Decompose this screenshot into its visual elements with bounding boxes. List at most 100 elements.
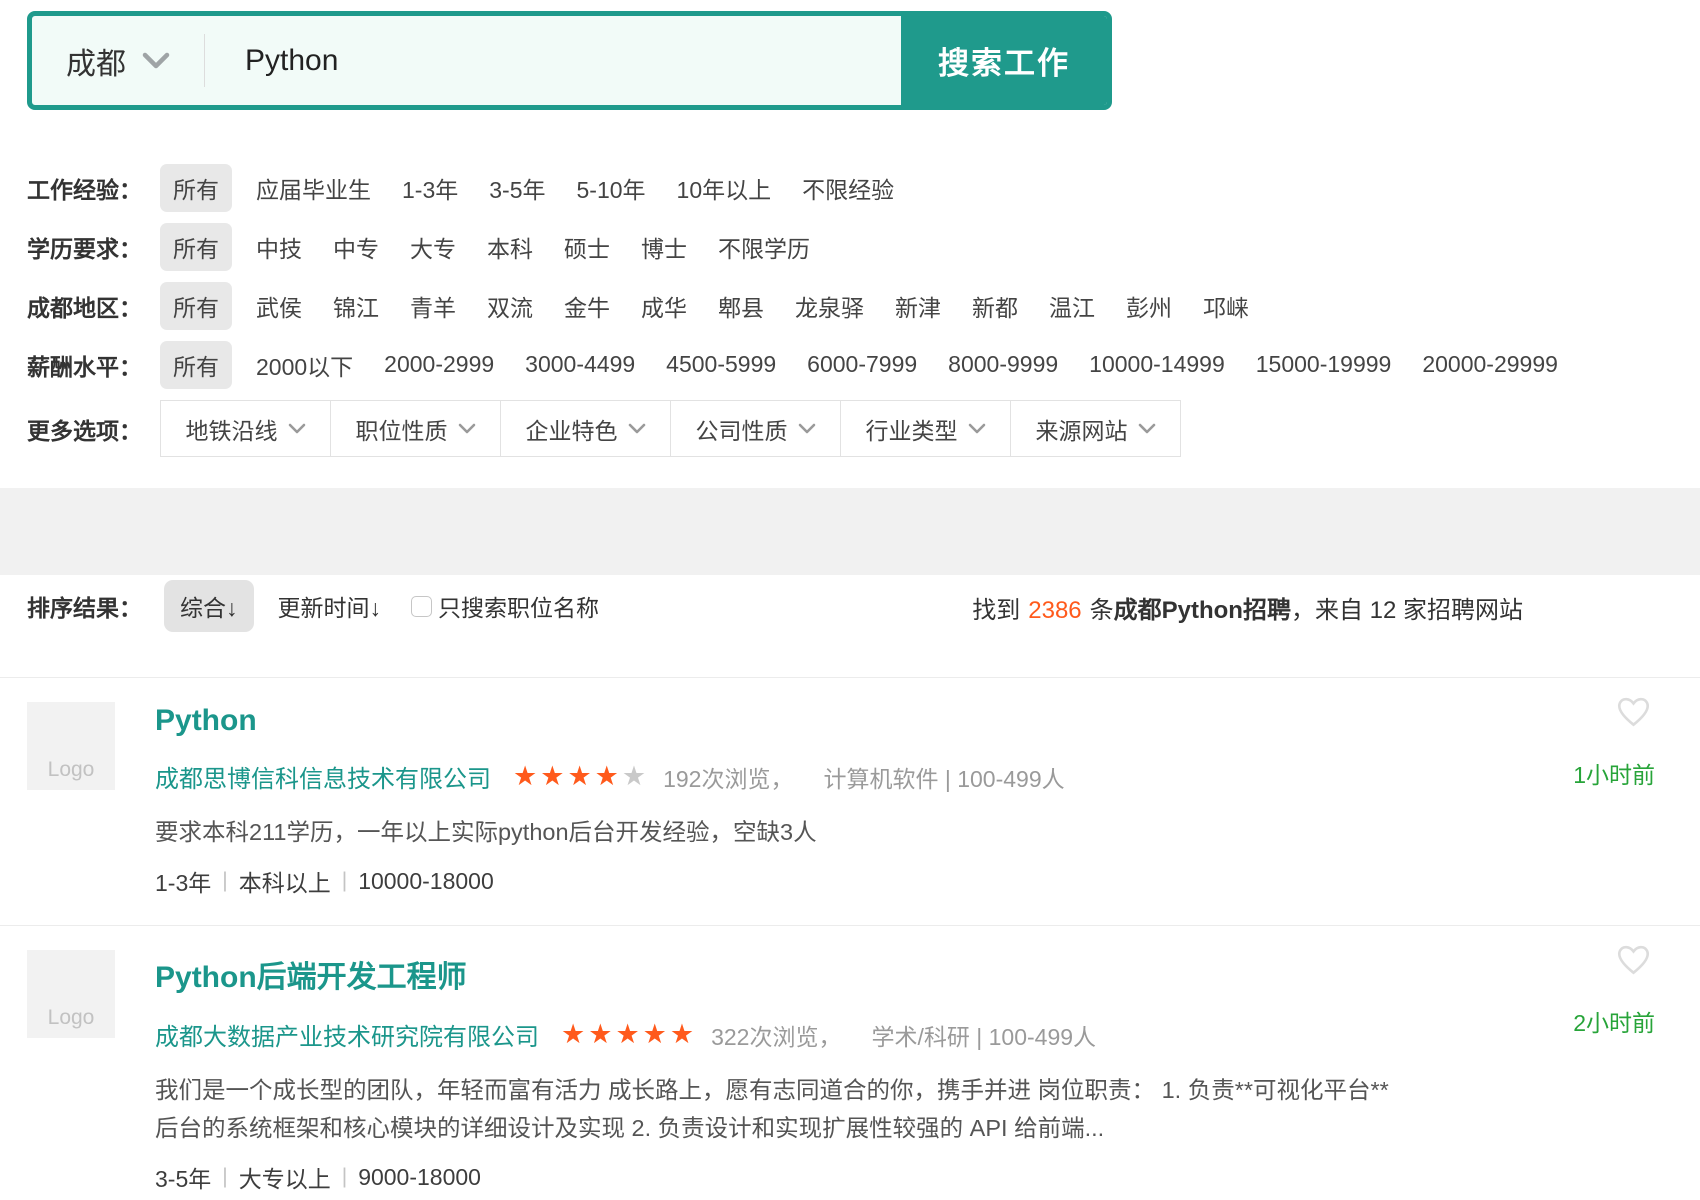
filter-option[interactable]: 15000-19999	[1256, 351, 1392, 378]
filter-option[interactable]: 所有	[160, 223, 232, 271]
filter-option[interactable]: 3-5年	[489, 171, 545, 205]
search-input[interactable]	[205, 16, 901, 105]
filter-option[interactable]: 20000-29999	[1422, 351, 1558, 378]
star-icon: ★	[622, 761, 649, 791]
sort-label: 排序结果：	[27, 589, 142, 623]
star-icon: ★	[588, 1019, 615, 1049]
job-title[interactable]: Python后端开发工程师	[155, 950, 1655, 996]
filter-option[interactable]: 武侯	[256, 289, 302, 323]
favorite-heart-icon[interactable]	[1615, 694, 1652, 728]
filter-option[interactable]: 成华	[641, 289, 687, 323]
meta-item: 10000-18000	[358, 868, 494, 895]
favorite-heart-icon[interactable]	[1615, 942, 1652, 976]
chevron-down-icon	[1138, 423, 1156, 434]
filter-option[interactable]: 不限学历	[718, 230, 810, 264]
filter-dropdown[interactable]: 企业特色	[500, 400, 671, 457]
description-line: 我们是一个成长型的团队，年轻而富有活力 成长路上，愿有志同道合的你，携手并进 岗…	[155, 1071, 1655, 1109]
rating-stars: ★★★★★	[561, 1021, 697, 1048]
summary-unit: 条	[1090, 597, 1114, 624]
filter-items: 所有应届毕业生 1-3年 3-5年 5-10年 10年以上不限经验	[160, 164, 925, 212]
filter-option[interactable]: 所有	[160, 164, 232, 212]
posted-time: 2小时前	[1573, 1004, 1655, 1038]
filter-option[interactable]: 新津	[895, 289, 941, 323]
filter-option[interactable]: 龙泉驿	[795, 289, 864, 323]
filter-option[interactable]: 大专	[410, 230, 456, 264]
filter-option[interactable]: 彭州	[1126, 289, 1172, 323]
filter-option[interactable]: 所有	[160, 341, 232, 389]
filter-option[interactable]: 8000-9999	[948, 351, 1058, 378]
summary-prefix: 找到	[972, 597, 1020, 624]
filter-option[interactable]: 5-10年	[577, 171, 646, 205]
filter-option[interactable]: 双流	[487, 289, 533, 323]
filter-option[interactable]: 邛崃	[1203, 289, 1249, 323]
filter-option[interactable]: 6000-7999	[807, 351, 917, 378]
filter-option[interactable]: 所有	[160, 282, 232, 330]
filter-dropdown[interactable]: 行业类型	[840, 400, 1011, 457]
filter-option[interactable]: 中技	[256, 230, 302, 264]
filter-dropdown[interactable]: 职位性质	[330, 400, 501, 457]
search-button[interactable]: 搜索工作	[901, 16, 1107, 105]
view-count: 322次浏览，	[711, 1018, 841, 1052]
job-card[interactable]: Logo 2小时前 Python后端开发工程师 成都大数据产业技术研究院有限公司…	[0, 926, 1700, 1200]
industry-size: 计算机软件 | 100-499人	[823, 760, 1064, 794]
filter-option[interactable]: 硕士	[564, 230, 610, 264]
more-options-row: 更多选项： 地铁沿线 职位性质 企业特色 公司性质 行业类型 来源网站	[27, 400, 1700, 457]
chevron-down-icon	[968, 423, 986, 434]
filter-label: 学历要求：	[27, 230, 160, 264]
result-summary: 找到2386条成都Python招聘，来自 12 家招聘网站	[972, 590, 1523, 625]
filter-option[interactable]: 锦江	[333, 289, 379, 323]
chevron-down-icon	[458, 423, 476, 434]
meta-item: 3-5年	[155, 1160, 211, 1194]
filter-option[interactable]: 10年以上	[677, 171, 772, 205]
title-only-checkbox[interactable]	[411, 596, 432, 617]
filter-option[interactable]: 新都	[972, 289, 1018, 323]
sort-option[interactable]: 更新时间↓	[278, 589, 382, 623]
filter-dropdown[interactable]: 地铁沿线	[160, 400, 331, 457]
dropdown-label: 职位性质	[356, 412, 448, 446]
city-selector[interactable]: 成都	[32, 16, 204, 105]
filter-option[interactable]: 2000以下	[256, 348, 353, 382]
filter-option[interactable]: 郫县	[718, 289, 764, 323]
star-icon: ★	[567, 761, 594, 791]
star-icon: ★	[540, 761, 567, 791]
filter-option[interactable]: 10000-14999	[1089, 351, 1225, 378]
job-card[interactable]: Logo 1小时前 Python 成都思博信科信息技术有限公司 ★★★★★ 19…	[0, 678, 1700, 926]
filter-option[interactable]: 3000-4499	[525, 351, 635, 378]
filter-option[interactable]: 4500-5999	[666, 351, 776, 378]
search-bar: 成都 搜索工作	[27, 11, 1112, 110]
dropdown-label: 地铁沿线	[186, 412, 278, 446]
company-name[interactable]: 成都大数据产业技术研究院有限公司	[155, 1017, 539, 1052]
filter-option[interactable]: 青羊	[410, 289, 456, 323]
meta-separator: |	[342, 1165, 347, 1189]
industry-size: 学术/科研 | 100-499人	[871, 1018, 1096, 1052]
filter-dropdown[interactable]: 公司性质	[670, 400, 841, 457]
job-description: 我们是一个成长型的团队，年轻而富有活力 成长路上，愿有志同道合的你，携手并进 岗…	[155, 1071, 1655, 1147]
summary-keyword: 成都Python招聘	[1114, 597, 1291, 624]
filter-option[interactable]: 中专	[333, 230, 379, 264]
filter-dropdown[interactable]: 来源网站	[1010, 400, 1181, 457]
company-name[interactable]: 成都思博信科信息技术有限公司	[155, 759, 491, 794]
sort-option[interactable]: 综合↓	[164, 580, 254, 632]
filter-option[interactable]: 金牛	[564, 289, 610, 323]
filter-option[interactable]: 温江	[1049, 289, 1095, 323]
dropdown-label: 企业特色	[526, 412, 618, 446]
title-only-checkbox-label[interactable]: 只搜索职位名称	[438, 589, 599, 623]
sort-options: 综合↓ 更新时间↓	[164, 580, 411, 632]
filter-option[interactable]: 2000-2999	[384, 351, 494, 378]
filter-option[interactable]: 博士	[641, 230, 687, 264]
filter-items: 所有 2000以下 2000-2999 3000-4499 4500-5999 6000-…	[160, 341, 1589, 389]
filter-label: 工作经验：	[27, 171, 160, 205]
filter-row: 学历要求： 所有中技中专大专本科硕士博士不限学历	[27, 217, 1700, 276]
job-title[interactable]: Python	[155, 702, 1655, 738]
star-icon: ★	[615, 1019, 642, 1049]
separator-band	[0, 488, 1700, 575]
chevron-down-icon	[142, 52, 170, 69]
filter-option[interactable]: 本科	[487, 230, 533, 264]
filter-option[interactable]: 不限经验	[802, 171, 894, 205]
filter-option[interactable]: 应届毕业生	[256, 171, 371, 205]
filter-option[interactable]: 1-3年	[402, 171, 458, 205]
company-logo: Logo	[27, 702, 115, 790]
chevron-down-icon	[798, 423, 816, 434]
summary-suffix: ，来自 12 家招聘网站	[1291, 597, 1523, 624]
job-list: Logo 1小时前 Python 成都思博信科信息技术有限公司 ★★★★★ 19…	[0, 677, 1700, 1200]
